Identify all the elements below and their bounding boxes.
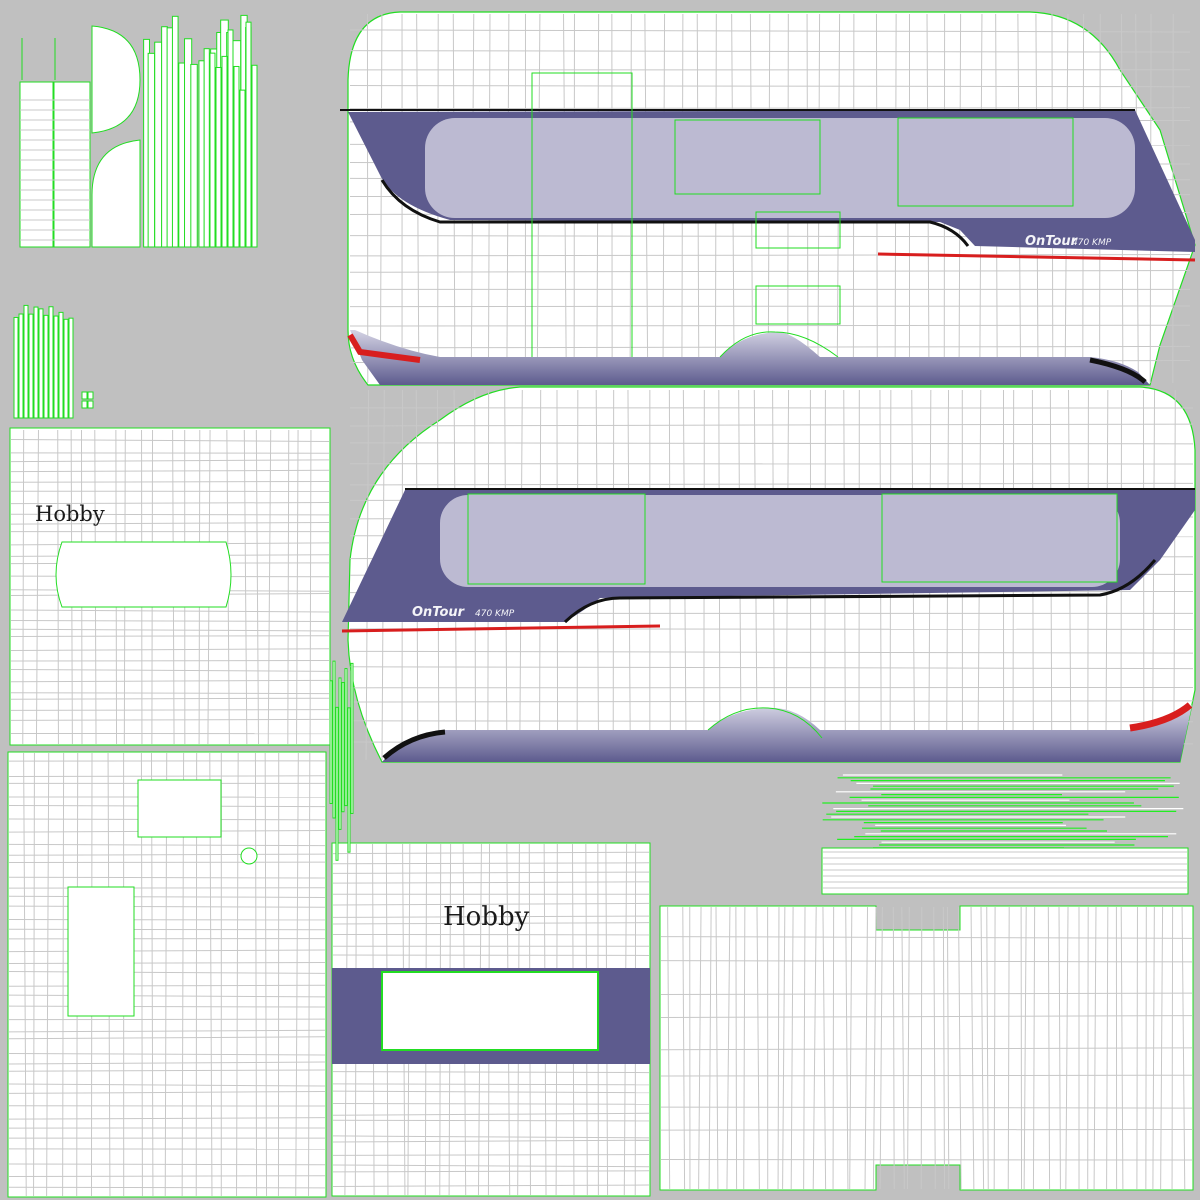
uv-island (87, 391, 94, 400)
uv-island (233, 65, 240, 248)
uv-island (58, 311, 64, 419)
uv-island (171, 15, 179, 248)
front-panel-left: Hobby (9, 427, 331, 746)
uv-island (239, 89, 246, 248)
uv-island (341, 682, 345, 813)
uv-island (821, 847, 1189, 895)
uv-strips-cluster-d (329, 660, 354, 861)
roof-panel (659, 905, 1194, 1191)
uv-island (18, 313, 24, 419)
uv-island (33, 306, 39, 419)
uv-island (329, 680, 333, 804)
uv-island (68, 317, 74, 419)
uv-island (81, 400, 88, 409)
uv-island (48, 306, 54, 419)
uv-island (209, 52, 216, 248)
uv-island (53, 81, 91, 248)
uv-island (43, 314, 49, 419)
uv-island (198, 60, 205, 248)
wire-line (832, 906, 835, 1190)
wire-line (920, 906, 923, 1190)
uv-island (91, 139, 141, 248)
uv-island (161, 26, 168, 248)
uv-island (28, 313, 34, 419)
uv-island (338, 677, 342, 830)
uv-island (335, 706, 339, 861)
uv-island (87, 400, 94, 409)
model-name-upper: OnTour (1025, 234, 1079, 249)
rear-panel (7, 751, 327, 1198)
uv-island (332, 660, 336, 819)
uv-island (19, 81, 54, 248)
uv-island (13, 316, 19, 419)
uv-island (344, 668, 348, 807)
uv-island (251, 64, 258, 248)
uv-island (227, 29, 234, 248)
wire-line (332, 1119, 650, 1122)
caravan-side-panel-upper: OnTour 470 KMP (340, 11, 1196, 386)
wire-line (10, 709, 330, 711)
uv-island (190, 63, 198, 248)
wire-line (8, 1186, 326, 1189)
uv-island (221, 55, 228, 248)
uv-strips-cluster-a (19, 14, 258, 248)
brand-label-front: Hobby (35, 502, 105, 526)
uv-island (63, 318, 69, 419)
uv-island (350, 662, 354, 814)
model-code-upper: 470 KMP (1072, 238, 1112, 248)
uv-island (23, 304, 29, 419)
uv-island (154, 41, 163, 248)
uv-island (147, 52, 156, 248)
model-code-lower: 470 KMP (475, 609, 515, 619)
wire-line (349, 305, 1191, 308)
brand-label-center: Hobby (443, 902, 530, 932)
uv-texture-map: OnTour 470 KMP OnTour 470 KMP Hobby Hobb… (7, 11, 1196, 1198)
uv-island (347, 707, 351, 853)
uv-strips-cluster-b (13, 304, 94, 419)
uv-island (245, 21, 252, 248)
uv-island (81, 391, 88, 400)
caravan-side-panel-lower: OnTour 470 KMP (341, 386, 1196, 763)
uv-strips-cluster-c (821, 774, 1189, 895)
uv-island (203, 48, 210, 248)
uv-island (38, 308, 44, 419)
wire-line (10, 660, 330, 662)
wire-line (8, 928, 326, 931)
model-name-lower: OnTour (412, 605, 466, 620)
uv-island (215, 66, 222, 248)
uv-island (53, 315, 59, 419)
front-panel-center: Hobby (331, 842, 651, 1197)
uv-island (91, 25, 141, 134)
